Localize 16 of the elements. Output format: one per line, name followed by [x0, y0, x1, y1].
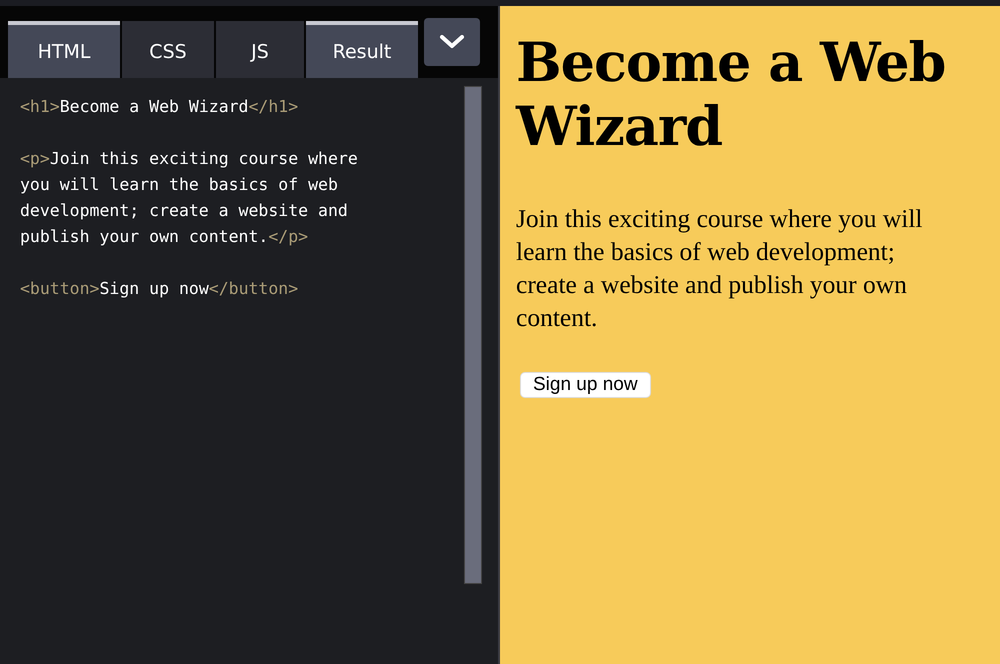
scrollbar[interactable] — [464, 86, 482, 584]
sign-up-button[interactable]: Sign up now — [520, 372, 651, 398]
code-line: <p>Join this exciting course where — [20, 148, 359, 170]
preview-heading: Become a Web Wizard — [516, 30, 946, 158]
dropdown-button[interactable] — [424, 18, 480, 66]
editor-tab[interactable]: JS — [216, 21, 304, 78]
editor-tab[interactable]: HTML — [8, 21, 120, 78]
code-line: publish your own content.</p> — [20, 226, 310, 248]
chevron-down-icon — [440, 35, 464, 49]
preview-paragraph: Join this exciting course where you will learn the basics of web development; create a website and publish your own content. — [516, 203, 924, 334]
code-line: <h1>Become a Web Wizard</h1> — [20, 96, 300, 118]
editor-tab[interactable]: CSS — [122, 21, 214, 78]
code-line: you will learn the basics of web — [20, 174, 339, 196]
code-line: development; create a website and — [20, 200, 349, 222]
code-line: <button>Sign up now</button> — [20, 278, 300, 300]
editor-tab[interactable]: Result — [306, 21, 418, 78]
